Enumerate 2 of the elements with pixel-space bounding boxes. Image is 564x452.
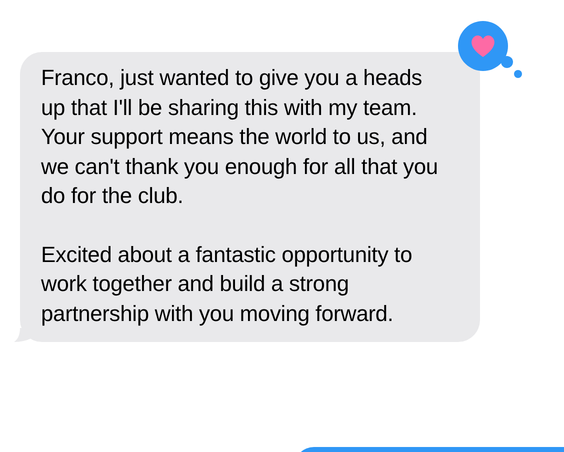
message-text: Excited about a fantastic opportunity to work together and build a strong partnership with you moving forward.: [41, 240, 414, 328]
message-text: Franco, just wanted to give you a heads up that I'll be sharing this with my team. Your support means the world to us, and we can't thank you enough for all that you do for the club.: [41, 64, 439, 210]
